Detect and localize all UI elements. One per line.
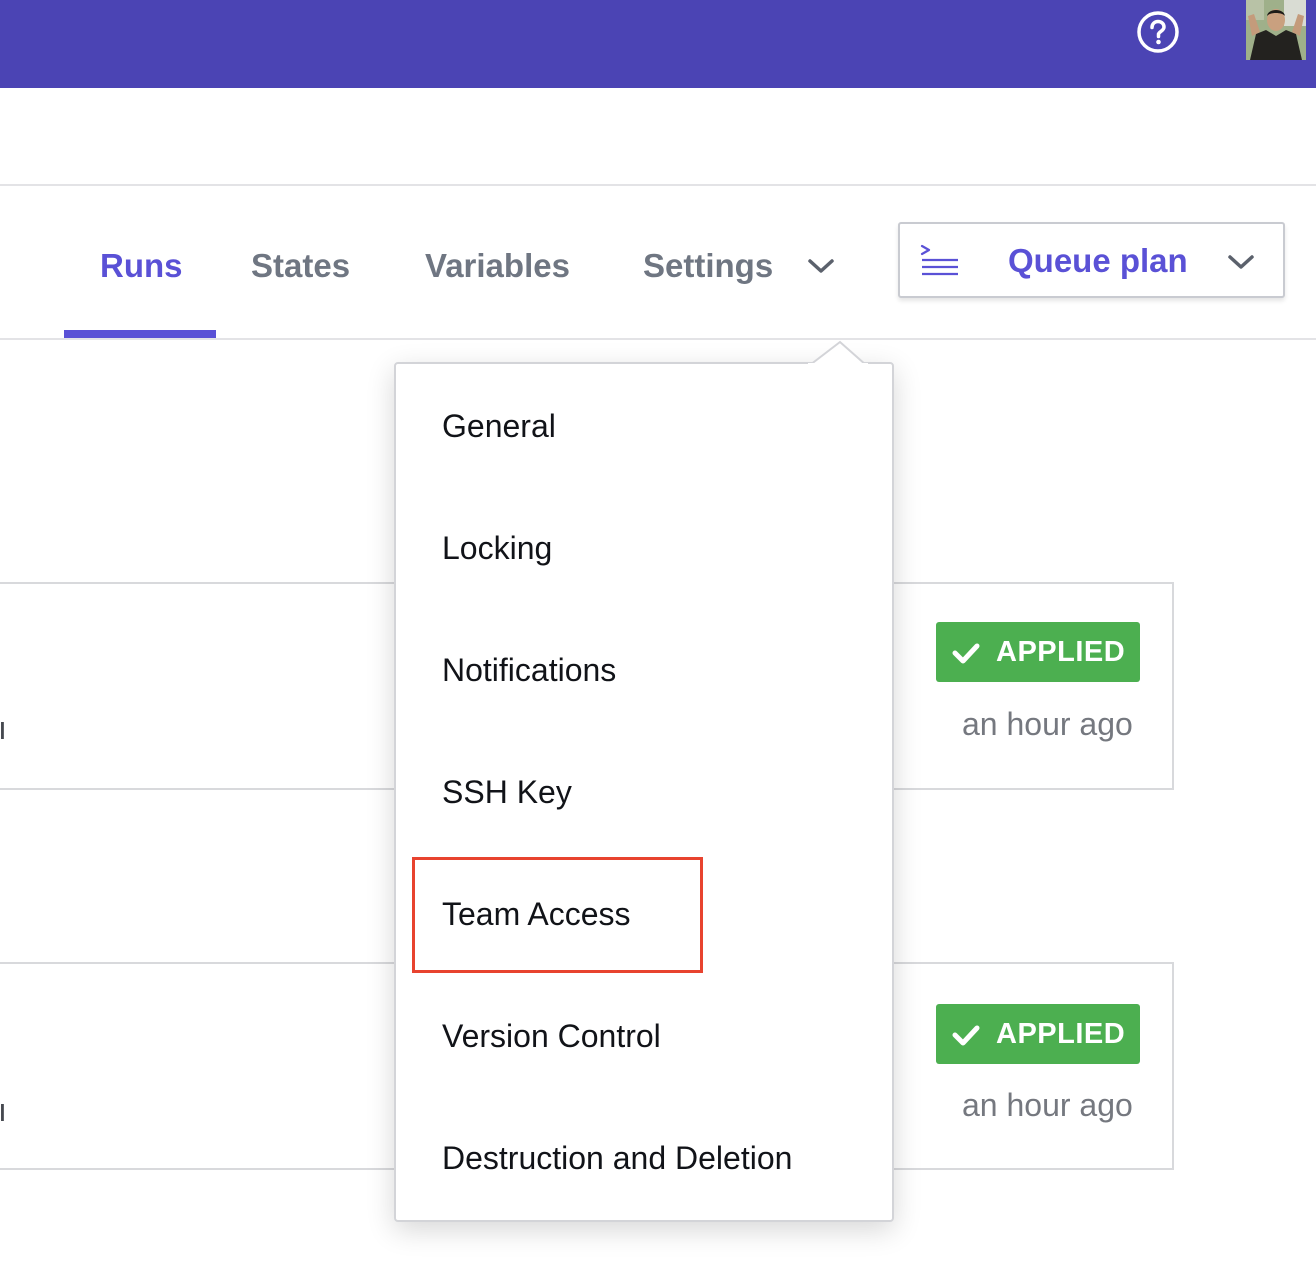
menu-item-version-control[interactable]: Version Control — [442, 1018, 661, 1055]
active-tab-indicator — [64, 330, 216, 338]
tabs-divider — [0, 338, 1316, 340]
status-badge-label: APPLIED — [996, 636, 1126, 668]
terminal-lines-icon — [920, 244, 958, 276]
queue-plan-label: Queue plan — [1008, 242, 1188, 279]
chevron-down-icon[interactable] — [1226, 252, 1256, 272]
dropdown-caret — [808, 340, 868, 366]
tab-runs[interactable]: Runs — [100, 246, 183, 286]
settings-dropdown-menu: General Locking Notifications SSH Key Te… — [394, 362, 894, 1222]
user-avatar[interactable] — [1246, 0, 1306, 60]
header-divider — [0, 184, 1316, 186]
check-icon — [952, 643, 980, 664]
menu-item-destruction-and-deletion[interactable]: Destruction and Deletion — [442, 1140, 792, 1177]
menu-item-locking[interactable]: Locking — [442, 530, 552, 567]
run-timestamp: an hour ago — [962, 1087, 1133, 1123]
status-badge-label: APPLIED — [996, 1018, 1126, 1050]
avatar-photo — [1246, 0, 1306, 60]
status-badge: APPLIED — [936, 622, 1140, 682]
run-truncated-text: ı — [0, 710, 7, 746]
team-access-highlight — [412, 857, 703, 973]
run-truncated-text: ı — [0, 1092, 7, 1128]
chevron-down-icon[interactable] — [806, 256, 836, 276]
check-icon — [952, 1025, 980, 1046]
menu-item-general[interactable]: General — [442, 408, 556, 445]
queue-plan-button[interactable]: Queue plan — [898, 222, 1285, 298]
run-timestamp: an hour ago — [962, 706, 1133, 742]
top-navigation-bar — [0, 0, 1316, 88]
menu-item-notifications[interactable]: Notifications — [442, 652, 616, 689]
question-circle-icon[interactable] — [1136, 10, 1180, 54]
tab-variables[interactable]: Variables — [425, 246, 570, 286]
status-badge: APPLIED — [936, 1004, 1140, 1064]
tab-settings[interactable]: Settings — [643, 246, 773, 286]
menu-item-ssh-key[interactable]: SSH Key — [442, 774, 572, 811]
tab-states[interactable]: States — [251, 246, 350, 286]
